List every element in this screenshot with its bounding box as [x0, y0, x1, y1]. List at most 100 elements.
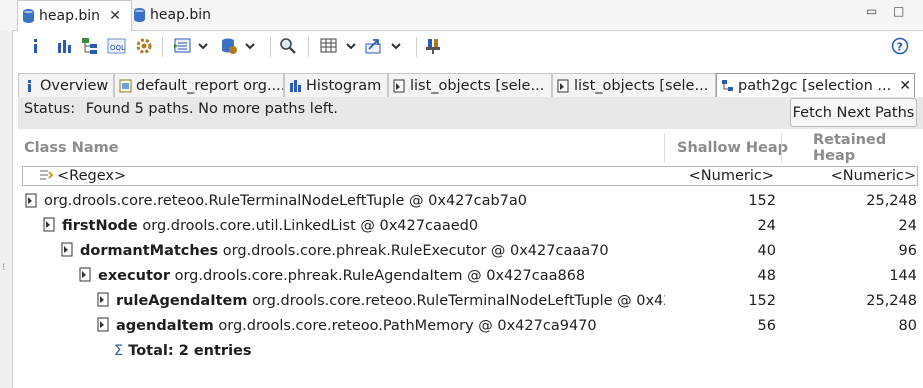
toolbar-separator	[162, 37, 163, 57]
table-row[interactable]: dormantMatches org.drools.core.phreak.Ru…	[80, 243, 609, 259]
tab-default-report[interactable]: default_report org....	[114, 73, 284, 97]
export-icon[interactable]	[363, 33, 405, 59]
total-row: Σ Total: 2 entries	[114, 343, 252, 359]
pin-icon[interactable]	[424, 33, 442, 59]
table-row[interactable]: agendaItem org.drools.core.reteoo.PathMe…	[116, 318, 597, 334]
heap-dump-overview-icon[interactable]	[219, 33, 259, 59]
path2gc-icon	[721, 79, 734, 92]
info-icon[interactable]	[26, 33, 44, 59]
status-message: Status: Found 5 paths. No more paths lef…	[24, 101, 338, 117]
svg-text:OQL: OQL	[110, 44, 125, 52]
class-name: org.drools.core.phreak.RuleExecutor @ 0x…	[222, 243, 609, 259]
maximize-icon[interactable]: □	[893, 4, 907, 18]
tab-list-objects-2[interactable]: list_objects [sele...	[552, 73, 716, 97]
table-row[interactable]: firstNode org.drools.core.util.LinkedLis…	[62, 218, 478, 234]
class-name: org.drools.core.reteoo.RuleTerminalNodeL…	[252, 293, 665, 309]
settings-gear-icon[interactable]	[133, 33, 155, 59]
editor-tab-label: heap.bin	[150, 7, 212, 23]
table-row[interactable]: org.drools.core.reteoo.RuleTerminalNodeL…	[44, 193, 527, 209]
field-name: executor	[98, 268, 170, 284]
report-icon	[119, 79, 132, 93]
toolbar-separator	[416, 37, 417, 57]
class-name: org.drools.core.util.LinkedList @ 0x427c…	[142, 218, 479, 234]
histogram-icon	[289, 79, 302, 92]
filter-shallow-heap-input[interactable]: <Numeric>	[670, 168, 774, 184]
tab-list-objects-1[interactable]: list_objects [sele...	[388, 73, 552, 97]
filter-icon	[39, 168, 54, 183]
retained-heap-value: 80	[898, 318, 917, 334]
field-name: dormantMatches	[80, 243, 219, 259]
tab-overview[interactable]: Overview	[18, 73, 114, 97]
object-icon	[24, 193, 38, 208]
editor-tab-heap-bin[interactable]: heap.bin	[129, 0, 224, 30]
field-name: agendaItem	[116, 318, 214, 334]
field-name: firstNode	[62, 218, 138, 234]
tab-label: path2gc [selection ...	[738, 77, 892, 94]
table-layout-icon[interactable]	[318, 33, 360, 59]
shallow-heap-value: 40	[757, 243, 776, 259]
shallow-heap-value: 24	[757, 218, 776, 234]
database-icon	[23, 9, 34, 23]
editor-tab-bar: heap.bin ✕ heap.bin ▭ □	[0, 0, 923, 31]
info-icon	[23, 79, 36, 92]
class-name: org.drools.core.reteoo.PathMemory @ 0x42…	[218, 318, 597, 334]
tab-label: default_report org....	[136, 77, 284, 94]
editor-tab-heap-bin-active[interactable]: heap.bin ✕	[17, 0, 132, 31]
column-header-retained-heap[interactable]: Retained Heap	[813, 132, 923, 164]
shallow-heap-value: 152	[748, 193, 776, 209]
tab-label: list_objects [sele...	[410, 77, 545, 94]
status-label: Status:	[24, 101, 76, 117]
tab-label: Histogram	[306, 77, 382, 94]
column-divider[interactable]	[664, 133, 665, 163]
oql-icon[interactable]: OQL	[106, 33, 128, 59]
class-name: org.drools.core.reteoo.RuleTerminalNodeL…	[44, 193, 528, 209]
object-icon	[42, 217, 56, 232]
histogram-icon[interactable]	[54, 33, 74, 59]
tab-path2gc[interactable]: path2gc [selection ... ✕	[716, 73, 915, 97]
help-icon[interactable]: ?	[890, 33, 910, 59]
tab-label: list_objects [sele...	[574, 77, 709, 94]
tab-histogram[interactable]: Histogram	[284, 73, 388, 97]
left-trim-bar	[0, 30, 13, 388]
database-icon	[134, 8, 145, 22]
fetch-next-paths-button[interactable]: Fetch Next Paths	[790, 98, 917, 127]
table-row[interactable]: ruleAgendaItem org.drools.core.reteoo.Ru…	[116, 293, 665, 309]
svg-text:?: ?	[897, 41, 903, 54]
trim-handle-icon[interactable]: ⁝	[2, 262, 5, 273]
retained-heap-value: 144	[889, 268, 917, 284]
retained-heap-value: 24	[898, 218, 917, 234]
editor-tab-label: heap.bin	[39, 8, 101, 24]
filter-retained-heap-input[interactable]: <Numeric>	[786, 168, 916, 184]
minimize-icon[interactable]: ▭	[866, 4, 880, 18]
retained-heap-value: 25,248	[866, 293, 917, 309]
shallow-heap-value: 152	[748, 293, 776, 309]
list-objects-icon	[557, 79, 570, 93]
tab-label: Overview	[40, 77, 109, 94]
shallow-heap-value: 56	[757, 318, 776, 334]
view-tab-bar: Overview default_report org.... Histogra…	[18, 73, 923, 98]
object-icon	[60, 242, 74, 257]
column-header-class-name[interactable]: Class Name	[24, 133, 119, 163]
query-browser-icon[interactable]	[172, 33, 212, 59]
toolbar-separator	[308, 37, 309, 57]
search-icon[interactable]	[278, 33, 298, 59]
filter-class-name-input[interactable]: <Regex>	[57, 168, 126, 184]
retained-heap-value: 25,248	[866, 193, 917, 209]
filter-row	[22, 166, 918, 186]
object-icon	[96, 317, 110, 332]
status-text: Found 5 paths. No more paths left.	[85, 101, 338, 117]
object-icon	[78, 267, 92, 282]
dominator-tree-icon[interactable]	[80, 33, 100, 59]
close-icon[interactable]: ✕	[109, 8, 121, 24]
sum-icon: Σ	[114, 343, 124, 359]
object-icon	[96, 292, 110, 307]
table-row[interactable]: executor org.drools.core.phreak.RuleAgen…	[98, 268, 585, 284]
shallow-heap-value: 48	[757, 268, 776, 284]
close-icon[interactable]: ✕	[899, 78, 911, 94]
retained-heap-value: 96	[898, 243, 917, 259]
column-header-shallow-heap[interactable]: Shallow Heap	[677, 133, 788, 163]
list-objects-icon	[393, 79, 406, 93]
column-divider[interactable]	[781, 133, 782, 163]
field-name: ruleAgendaItem	[116, 293, 248, 309]
class-name: org.drools.core.phreak.RuleAgendaItem @ …	[174, 268, 586, 284]
